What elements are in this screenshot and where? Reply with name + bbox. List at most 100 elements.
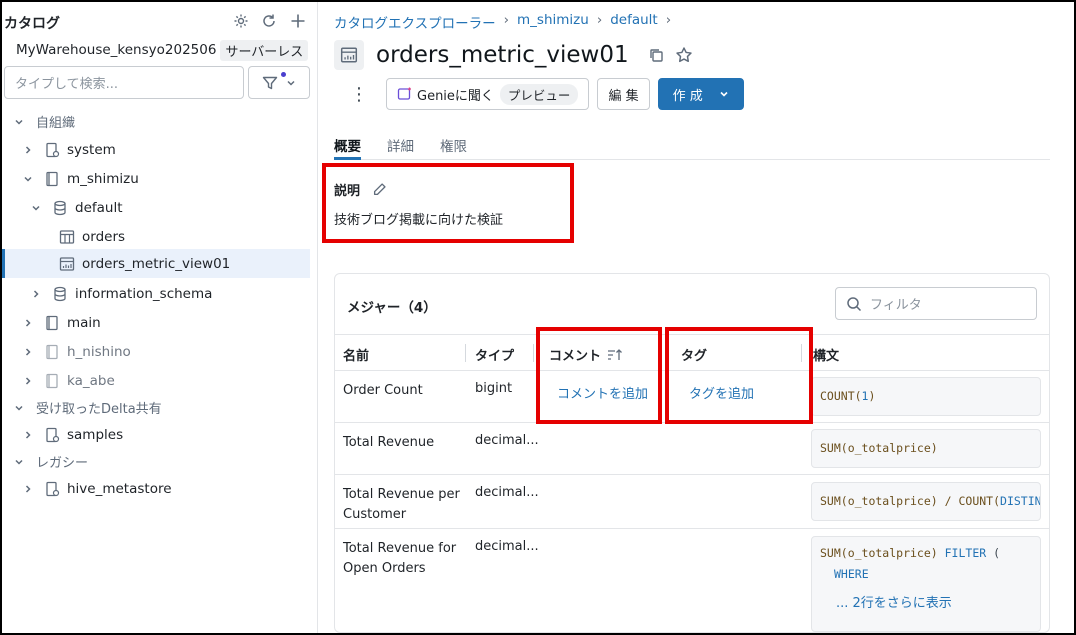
code-token: ( (986, 546, 1001, 560)
tree-item-h-nishino[interactable]: h_nishino (2, 337, 310, 366)
tree-item-information-schema[interactable]: information_schema (2, 279, 310, 308)
chevron-right-icon (21, 484, 35, 494)
copy-icon[interactable] (645, 44, 667, 66)
code-token: DISTINC (1000, 494, 1041, 508)
section-delta[interactable]: 受け取ったDelta共有 (2, 393, 310, 422)
tree-item-samples[interactable]: samples (2, 420, 310, 449)
sort-icon[interactable] (607, 348, 623, 362)
pencil-icon[interactable] (372, 182, 387, 197)
create-button[interactable]: 作 成 (657, 78, 744, 110)
catalog-icon (43, 343, 61, 361)
section-org[interactable]: 自組織 (2, 107, 310, 136)
chevron-right-icon (21, 318, 35, 328)
page-header: orders_metric_view01 (334, 38, 701, 72)
table-row: Total Revenue for Open Orders decimal...… (335, 529, 1049, 632)
refresh-icon[interactable] (259, 11, 279, 31)
measures-filter-input[interactable]: フィルタ (835, 287, 1037, 320)
tab-permissions[interactable]: 権限 (440, 133, 467, 160)
chevron-down-icon (12, 457, 26, 467)
tree-item-ka-abe[interactable]: ka_abe (2, 366, 310, 395)
syntax-code: SUM(o_totalprice) (811, 429, 1041, 468)
tree-item-hive-metastore[interactable]: hive_metastore (2, 474, 310, 503)
tree-item-label: ka_abe (67, 372, 115, 389)
table-row: Total Revenue decimal... SUM(o_totalpric… (335, 423, 1049, 475)
measure-type: decimal... (475, 485, 539, 500)
table-row: Total Revenue per Customer decimal... SU… (335, 475, 1049, 529)
column-divider[interactable] (667, 344, 668, 362)
tree-item-orders-metric-view01[interactable]: orders_metric_view01 (2, 249, 310, 278)
tab-overview[interactable]: 概要 (334, 133, 361, 160)
tree-item-label: samples (67, 426, 124, 443)
chevron-down-icon (29, 203, 43, 213)
chevron-right-icon: › (665, 12, 672, 28)
filter-button[interactable] (248, 66, 310, 99)
column-header-name[interactable]: 名前 (343, 345, 369, 364)
shared-catalog-icon (43, 426, 61, 444)
warehouse-selector[interactable]: MyWarehouse_kensyo202506 サーバーレス S (2, 39, 317, 61)
action-bar: ⋮ Genieに聞く プレビュー 編 集 作 成 (350, 78, 744, 110)
metric-view-icon (334, 40, 364, 70)
catalog-search-input[interactable]: タイプして検索... (4, 66, 244, 99)
chevron-down-icon (12, 117, 26, 127)
code-token: WHERE (834, 567, 869, 581)
column-header-comment[interactable]: コメント (549, 345, 623, 364)
section-legacy[interactable]: レガシー (2, 447, 310, 476)
breadcrumb-item[interactable]: m_shimizu (517, 12, 589, 32)
description-label: 説明 (334, 184, 361, 199)
star-icon[interactable] (673, 44, 695, 66)
section-label-legacy: レガシー (36, 456, 89, 471)
edit-button[interactable]: 編 集 (597, 78, 650, 110)
tab-bar: 概要 詳細 権限 (334, 133, 1050, 160)
code-token: FILTER (944, 546, 987, 560)
schema-icon (51, 285, 69, 303)
more-menu-icon[interactable]: ⋮ (350, 84, 368, 105)
add-icon[interactable] (288, 11, 308, 31)
tree-item-orders[interactable]: orders (2, 222, 310, 251)
tree-item-label: default (75, 199, 123, 216)
measure-type: bigint (475, 381, 513, 396)
catalog-icon (43, 314, 61, 332)
breadcrumb-item[interactable]: default (610, 12, 658, 32)
tree-item-system[interactable]: system (2, 135, 310, 164)
measure-name: Total Revenue per Customer (343, 487, 460, 522)
column-header-syntax[interactable]: 構文 (813, 345, 839, 364)
column-header-type[interactable]: タイプ (475, 345, 514, 364)
chevron-right-icon (21, 430, 35, 440)
syntax-code: COUNT(1) (811, 377, 1041, 416)
catalog-icon (43, 170, 61, 188)
filter-active-dot (281, 72, 286, 77)
code-token: ) (868, 389, 876, 403)
chevron-down-icon (720, 91, 728, 97)
add-comment-link[interactable]: コメントを追加 (557, 383, 648, 402)
gear-icon[interactable] (231, 11, 251, 31)
catalog-icon (43, 372, 61, 390)
tree-item-label: orders (82, 228, 126, 245)
column-header-tag[interactable]: タグ (681, 345, 707, 364)
search-icon (847, 296, 862, 311)
show-more-link[interactable]: ... 2行をさらに表示 (836, 593, 1032, 614)
column-divider[interactable] (801, 344, 802, 362)
tree-item-label: main (67, 314, 101, 331)
chevron-down-icon (12, 403, 26, 413)
description-section: 説明 技術ブログ掲載に向けた検証 (334, 180, 503, 228)
table-icon (58, 228, 76, 246)
tree-item-m-shimizu[interactable]: m_shimizu (2, 164, 310, 193)
tree-item-label: m_shimizu (67, 170, 139, 187)
breadcrumb-item[interactable]: カタログエクスプローラー (334, 12, 496, 32)
column-divider[interactable] (533, 344, 534, 362)
code-token: SUM(o_totalprice) (820, 546, 945, 560)
hive-catalog-icon (43, 480, 61, 498)
tab-details[interactable]: 詳細 (387, 133, 414, 160)
catalog-sidebar: カタログ MyWarehouse_kensyo202506 サーバーレス S タ… (2, 2, 318, 633)
column-divider[interactable] (465, 344, 466, 362)
tree-item-main[interactable]: main (2, 308, 310, 337)
code-token: COUNT( (820, 389, 862, 403)
ask-genie-button[interactable]: Genieに聞く プレビュー (386, 78, 590, 110)
tree-item-default[interactable]: default (2, 193, 310, 222)
tree-item-label: information_schema (75, 285, 213, 302)
add-tag-link[interactable]: タグを追加 (689, 383, 754, 402)
ask-genie-label: Genieに聞く (417, 88, 494, 104)
chevron-right-icon: › (503, 12, 510, 28)
preview-badge: プレビュー (499, 83, 579, 105)
breadcrumb: カタログエクスプローラー › m_shimizu › default › (334, 12, 671, 32)
